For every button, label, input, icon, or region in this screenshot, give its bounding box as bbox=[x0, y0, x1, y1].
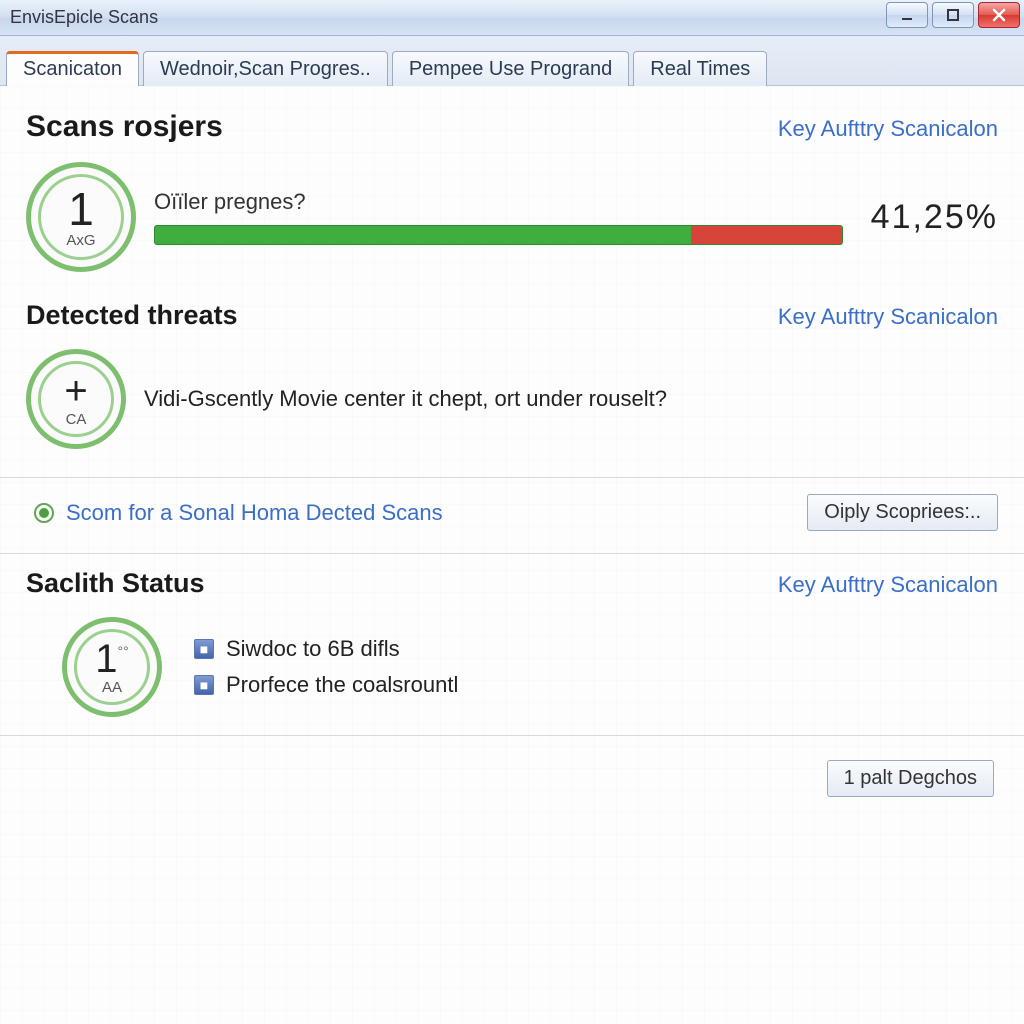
footer-button[interactable]: 1 palt Degchos bbox=[827, 760, 994, 797]
threats-row: + CA Vidi-Gscently Movie center it chept… bbox=[26, 349, 998, 449]
section-header: Saclith Status Key Aufttry Scanicalon bbox=[26, 568, 998, 599]
badge-sub: AxG bbox=[66, 232, 95, 249]
footer-row: 1 palt Degchos bbox=[26, 750, 998, 797]
section-header: Detected threats Key Aufttry Scanicalon bbox=[26, 300, 998, 331]
status-badge: 1 °° AA bbox=[62, 617, 162, 717]
threat-text: Vidi-Gscently Movie center it chept, ort… bbox=[144, 386, 998, 412]
badge-sup: °° bbox=[118, 643, 129, 659]
status-section: Saclith Status Key Aufttry Scanicalon 1 … bbox=[26, 568, 998, 717]
scan-progress-row: 1 AxG Oïïler pregnes? 41,25% bbox=[26, 162, 998, 272]
scan-link[interactable]: Scom for a Sonal Homa Dected Scans bbox=[66, 500, 443, 526]
scan-progress-section: Scans rosjers Key Aufttry Scanicalon 1 A… bbox=[26, 110, 998, 272]
minimize-icon bbox=[899, 7, 915, 23]
radio-indicator[interactable] bbox=[34, 503, 54, 523]
tab-use-program[interactable]: Pempee Use Progrand bbox=[392, 51, 629, 86]
titlebar: EnvisEpicle Scans bbox=[0, 0, 1024, 36]
key-auth-link-3[interactable]: Key Aufttry Scanicalon bbox=[778, 572, 998, 598]
scan-progress-title: Scans rosjers bbox=[26, 110, 223, 144]
threats-section: Detected threats Key Aufttry Scanicalon … bbox=[26, 300, 998, 449]
status-title: Saclith Status bbox=[26, 568, 205, 599]
progress-label: Oïïler pregnes? bbox=[154, 189, 843, 215]
badge-sub: CA bbox=[66, 411, 87, 428]
checkbox-icon[interactable]: ■ bbox=[194, 675, 214, 695]
badge-number: 1 bbox=[68, 186, 94, 232]
progress-bar bbox=[154, 225, 843, 245]
tab-real-times[interactable]: Real Times bbox=[633, 51, 767, 86]
scan-rank-badge: 1 AxG bbox=[26, 162, 136, 272]
radio-left: Scom for a Sonal Homa Dected Scans bbox=[34, 500, 443, 526]
tab-scanicaton[interactable]: Scanicaton bbox=[6, 51, 139, 86]
badge-sub: AA bbox=[102, 679, 122, 696]
tab-scan-progress[interactable]: Wednoir,Scan Progres.. bbox=[143, 51, 388, 86]
checkbox-icon[interactable]: ■ bbox=[194, 639, 214, 659]
status-item: ■ Prorfece the coalsrountl bbox=[194, 672, 458, 698]
progress-percent: 41,25% bbox=[871, 198, 998, 237]
key-auth-link-2[interactable]: Key Aufttry Scanicalon bbox=[778, 304, 998, 330]
status-item: ■ Siwdoc to 6B difls bbox=[194, 636, 458, 662]
apply-button[interactable]: Oiply Scopriees:.. bbox=[807, 494, 998, 531]
status-checklist: ■ Siwdoc to 6B difls ■ Prorfece the coal… bbox=[194, 636, 458, 698]
action-row: Scom for a Sonal Homa Dected Scans Oiply… bbox=[26, 492, 998, 535]
minimize-button[interactable] bbox=[886, 2, 928, 28]
maximize-icon bbox=[945, 7, 961, 23]
divider bbox=[0, 477, 1024, 478]
tab-strip: Scanicaton Wednoir,Scan Progres.. Pempee… bbox=[0, 36, 1024, 86]
badge-number: + bbox=[64, 371, 87, 411]
window-title: EnvisEpicle Scans bbox=[10, 7, 158, 28]
status-item-label: Siwdoc to 6B difls bbox=[226, 636, 400, 662]
threats-title: Detected threats bbox=[26, 300, 238, 331]
maximize-button[interactable] bbox=[932, 2, 974, 28]
status-item-label: Prorfece the coalsrountl bbox=[226, 672, 458, 698]
close-icon bbox=[991, 7, 1007, 23]
divider bbox=[0, 735, 1024, 736]
content-area: Scans rosjers Key Aufttry Scanicalon 1 A… bbox=[0, 86, 1024, 1024]
status-row: 1 °° AA ■ Siwdoc to 6B difls ■ Prorfece … bbox=[26, 617, 998, 717]
divider bbox=[0, 553, 1024, 554]
close-button[interactable] bbox=[978, 2, 1020, 28]
progress-wrap: Oïïler pregnes? bbox=[154, 189, 843, 245]
section-header: Scans rosjers Key Aufttry Scanicalon bbox=[26, 110, 998, 144]
badge-number: 1 bbox=[95, 639, 117, 679]
window-controls bbox=[886, 2, 1020, 28]
key-auth-link-1[interactable]: Key Aufttry Scanicalon bbox=[778, 116, 998, 142]
threat-badge: + CA bbox=[26, 349, 126, 449]
